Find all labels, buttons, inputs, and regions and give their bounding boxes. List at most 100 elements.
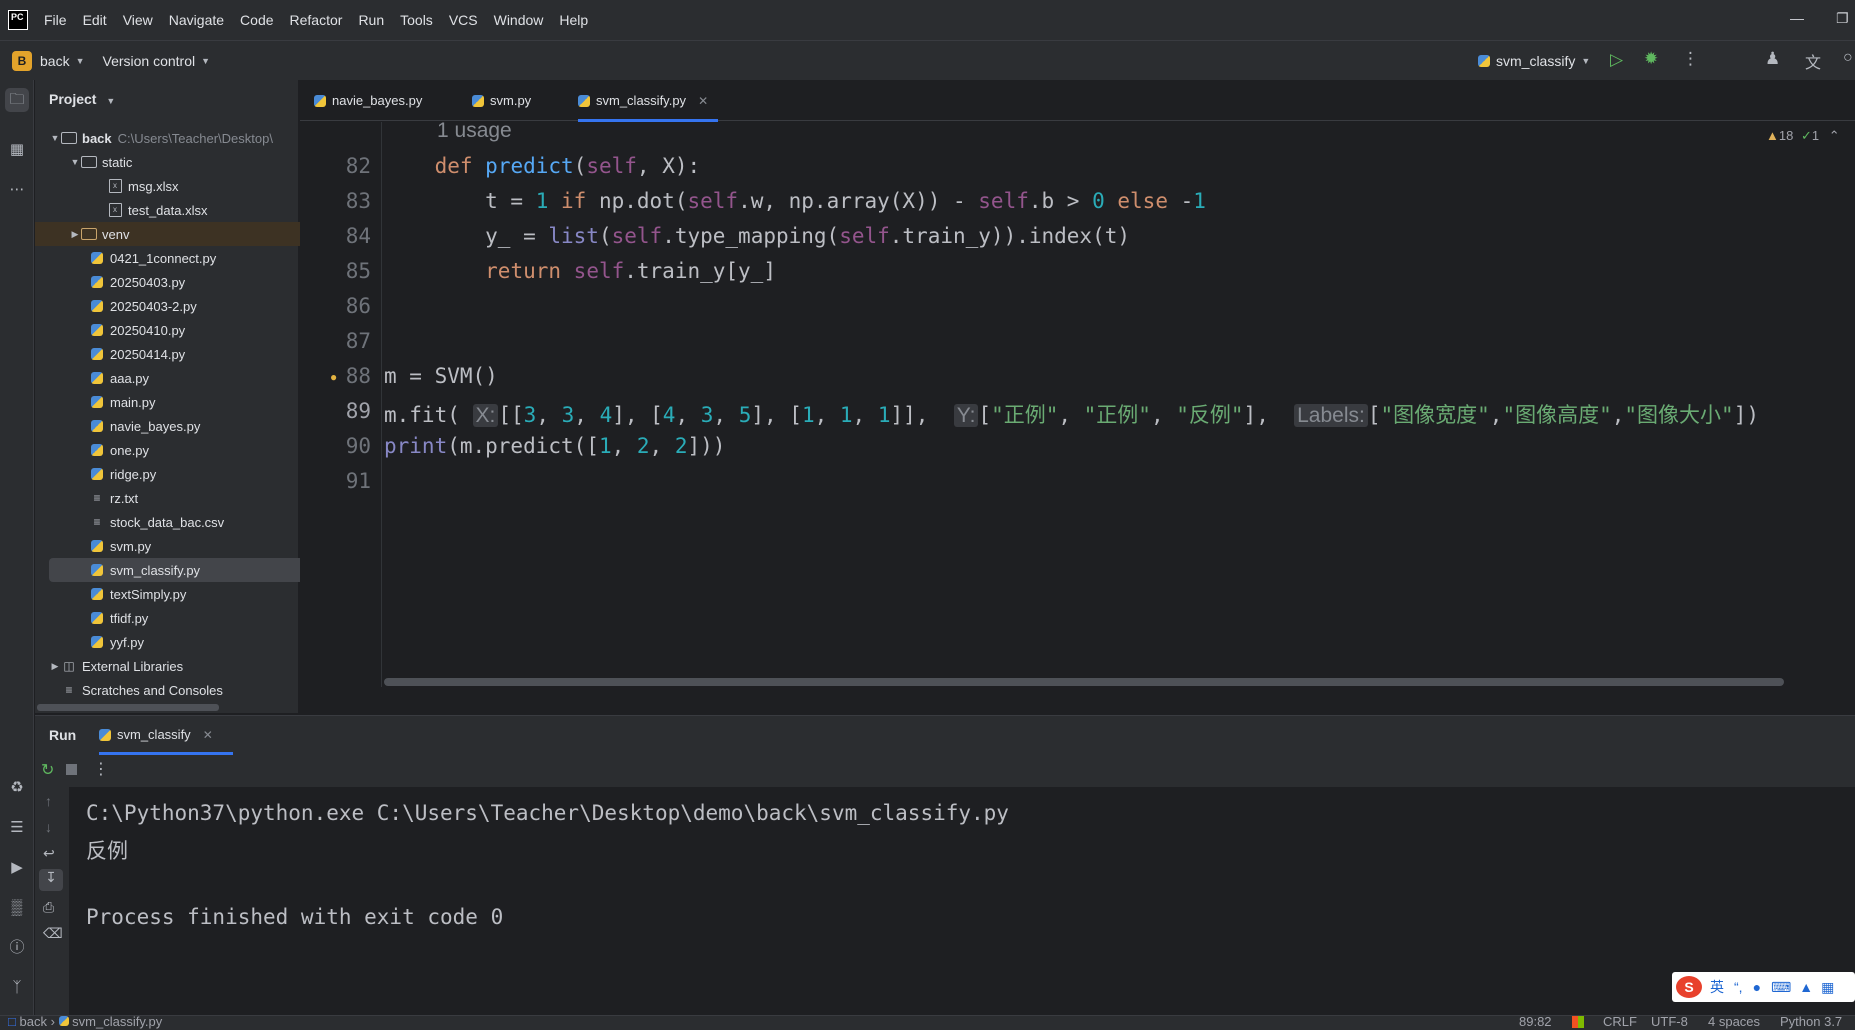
tree-item[interactable]: 20250410.py [35, 318, 344, 342]
tree-item[interactable]: 20250414.py [35, 342, 344, 366]
minimize-icon[interactable]: — [1790, 10, 1804, 26]
run-panel-title[interactable]: Run [49, 727, 76, 743]
tree-item[interactable]: 20250403-2.py [35, 294, 344, 318]
project-badge[interactable]: B [12, 50, 32, 71]
tree-item[interactable]: ▶ ◫ External Libraries [35, 654, 304, 678]
add-user-icon[interactable]: ♟ [1765, 49, 1780, 69]
tree-item[interactable]: ▼ static [35, 150, 324, 174]
ime-toolbar[interactable]: S 英 “, ● ⌨ ▲ ▦ [1672, 972, 1855, 1002]
close-tab-icon[interactable]: ✕ [698, 94, 708, 108]
ime-language[interactable]: 英 [1710, 977, 1724, 997]
structure-icon[interactable]: ▦ [5, 138, 29, 162]
tab-svm[interactable]: svm.py [472, 80, 531, 121]
menu-edit[interactable]: Edit [83, 12, 107, 28]
expanded-arrow-icon[interactable]: ▼ [69, 157, 81, 167]
git-icon[interactable]: ᛉ [5, 976, 29, 1000]
menu-refactor[interactable]: Refactor [290, 12, 343, 28]
tree-item[interactable]: yyf.py [35, 630, 344, 654]
collapsed-arrow-icon[interactable]: ▶ [69, 229, 81, 240]
tab-svm-classify[interactable]: svm_classify.py ✕ [578, 80, 719, 122]
keyboard-icon[interactable]: ⌨ [1771, 979, 1791, 996]
punctuation-icon[interactable]: “, [1734, 979, 1743, 995]
menu-file[interactable]: File [44, 12, 67, 28]
lightbulb-icon[interactable]: ● [330, 370, 337, 384]
tab-navie-bayes[interactable]: navie_bayes.py [314, 80, 422, 121]
expanded-arrow-icon[interactable]: ▼ [49, 133, 61, 143]
menu-tools[interactable]: Tools [400, 12, 433, 28]
tree-item[interactable]: tfidf.py [35, 606, 344, 630]
close-tab-icon[interactable]: ✕ [203, 728, 213, 742]
tree-item[interactable]: ▶ venv [35, 222, 324, 246]
menu-navigate[interactable]: Navigate [169, 12, 224, 28]
tree-item[interactable]: ≡ rz.txt [35, 486, 344, 510]
restore-icon[interactable]: ❐ [1836, 10, 1849, 27]
breadcrumb-project[interactable]: back [19, 1014, 46, 1029]
vcs-widget[interactable]: Version control [103, 53, 196, 69]
trash-icon[interactable]: ⌫ [43, 925, 63, 942]
inspection-widget[interactable]: ▲18 ✓1 ⌃ [1766, 128, 1840, 144]
breadcrumb-file[interactable]: svm_classify.py [72, 1014, 162, 1029]
editor-horizontal-scrollbar[interactable] [384, 678, 1784, 686]
chevron-up-icon[interactable]: ⌃ [1829, 128, 1840, 143]
tree-item[interactable]: ≡ Scratches and Consoles [35, 678, 316, 702]
console-output[interactable]: C:\Python37\python.exe C:\Users\Teacher\… [69, 787, 1855, 1015]
run-config-selector[interactable]: svm_classify ▼ [1478, 53, 1590, 69]
tree-item[interactable]: svm.py [35, 534, 344, 558]
python-packages-icon[interactable]: ♻ [5, 776, 29, 800]
project-scrollbar[interactable] [37, 704, 219, 711]
arrow-up-icon[interactable]: ↑ [45, 793, 52, 809]
chevron-down-icon[interactable]: ▼ [76, 56, 85, 66]
menu-view[interactable]: View [123, 12, 153, 28]
tree-root[interactable]: ▼ back C:\Users\Teacher\Desktop\ [35, 126, 304, 150]
indent-setting[interactable]: 4 spaces [1708, 1014, 1760, 1029]
skin-icon[interactable]: ▲ [1799, 979, 1813, 995]
debug-icon[interactable]: ✹ [1644, 49, 1658, 69]
line-separator[interactable]: CRLF [1603, 1014, 1637, 1029]
tree-item[interactable]: ≡ stock_data_bac.csv [35, 510, 344, 534]
collapsed-arrow-icon[interactable]: ▶ [49, 661, 61, 672]
tree-item[interactable]: textSimply.py [35, 582, 344, 606]
services-icon[interactable]: ▶ [5, 856, 29, 880]
terminal-icon[interactable]: ▒ [5, 896, 29, 920]
menu-vcs[interactable]: VCS [449, 12, 478, 28]
caret-position[interactable]: 89:82 [1519, 1014, 1552, 1029]
run-icon[interactable]: ▷ [1610, 50, 1623, 70]
tree-item[interactable]: aaa.py [35, 366, 344, 390]
chevron-down-icon[interactable]: ▼ [201, 56, 210, 66]
code-editor[interactable]: 82 83 84 85 86 87 88 89 90 91 ▲18 ✓1 ⌃ 1… [300, 119, 1855, 687]
tree-item[interactable]: navie_bayes.py [35, 414, 344, 438]
search-icon[interactable]: ○ [1843, 49, 1853, 67]
menu-window[interactable]: Window [494, 12, 544, 28]
more-actions-icon[interactable]: ⋮ [93, 759, 109, 779]
breadcrumb[interactable]: □ back › svm_classify.py [8, 1014, 162, 1029]
project-folder-icon[interactable]: 🗀 [5, 88, 29, 112]
print-icon[interactable]: ⎙ [43, 899, 54, 916]
layers-icon[interactable]: ☰ [5, 816, 29, 840]
translate-icon[interactable]: 文 [1805, 49, 1821, 73]
file-encoding[interactable]: UTF-8 [1651, 1014, 1688, 1029]
more-actions-icon[interactable]: ⋮ [1682, 49, 1699, 69]
stop-icon[interactable] [66, 764, 77, 775]
menu-code[interactable]: Code [240, 12, 273, 28]
tree-item[interactable]: one.py [35, 438, 344, 462]
soft-wrap-icon[interactable]: ↩ [43, 845, 55, 862]
scroll-to-end-icon[interactable]: ↧ [39, 869, 63, 891]
tree-item[interactable]: ridge.py [35, 462, 344, 486]
toolbox-icon[interactable]: ▦ [1821, 979, 1834, 996]
menu-run[interactable]: Run [358, 12, 384, 28]
arrow-down-icon[interactable]: ↓ [45, 819, 52, 835]
usage-hint[interactable]: 1 usage [437, 118, 512, 143]
tree-item[interactable]: main.py [35, 390, 344, 414]
python-interpreter[interactable]: Python 3.7 [1780, 1014, 1842, 1029]
microphone-icon[interactable]: ● [1753, 979, 1761, 995]
menu-help[interactable]: Help [559, 12, 588, 28]
problems-icon[interactable]: ⓘ [5, 936, 29, 960]
rerun-icon[interactable]: ↻ [41, 760, 54, 780]
tree-item[interactable]: 20250403.py [35, 270, 344, 294]
project-pane-title[interactable]: Project ▼ [49, 91, 115, 107]
more-tools-icon[interactable]: ⋯ [5, 178, 29, 202]
run-tab-svm-classify[interactable]: svm_classify ✕ [99, 727, 213, 742]
tree-item-selected[interactable]: svm_classify.py [49, 558, 331, 582]
project-switcher[interactable]: back [40, 53, 70, 69]
tree-item[interactable]: 0421_1connect.py [35, 246, 344, 270]
